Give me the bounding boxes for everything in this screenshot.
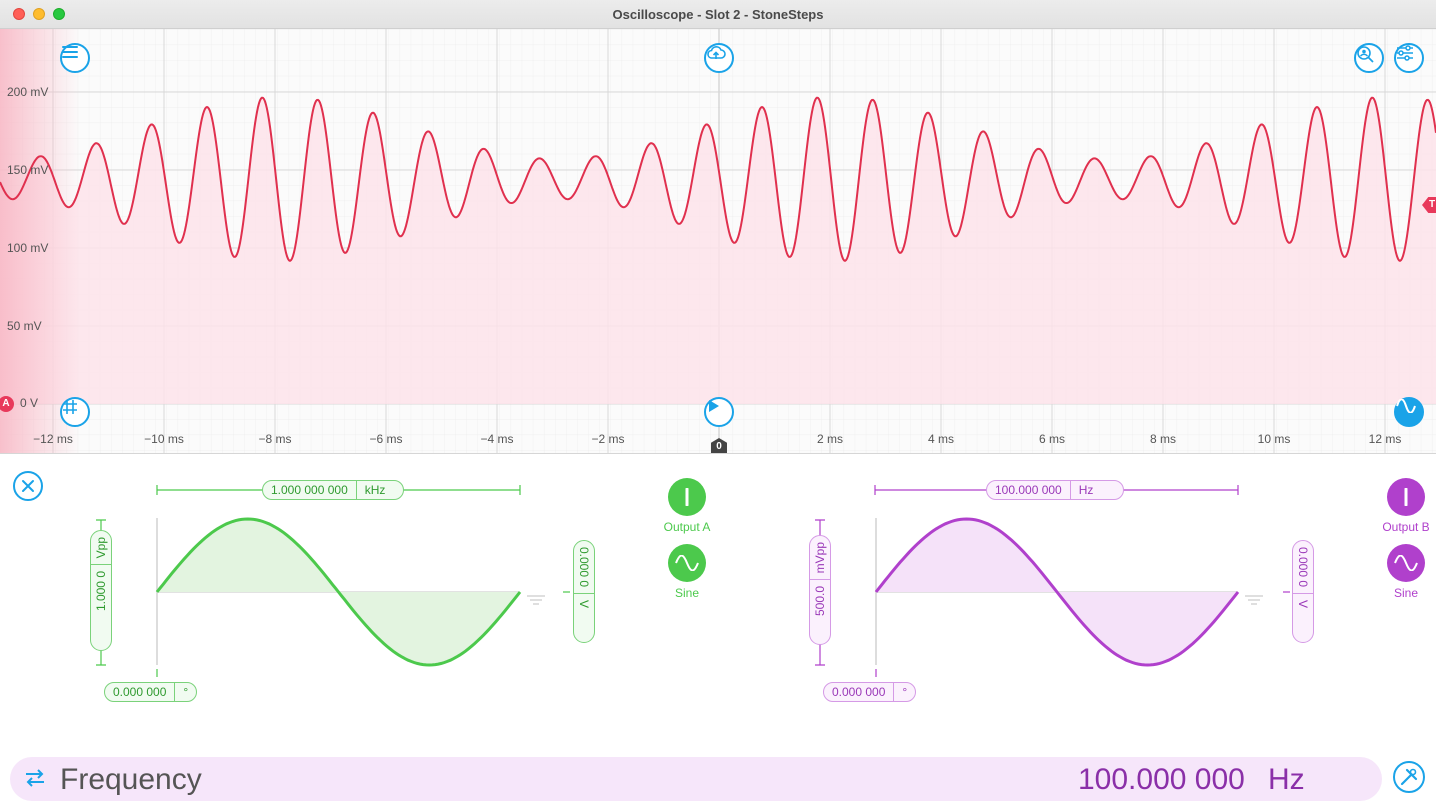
menu-button[interactable] xyxy=(60,43,90,73)
output-a-toggle-button[interactable] xyxy=(668,478,706,516)
y-tick-label: 100 mV xyxy=(7,241,49,255)
swap-arrows-icon[interactable] xyxy=(24,767,46,789)
tools-icon xyxy=(1400,768,1418,786)
zoom-button[interactable] xyxy=(1354,43,1384,73)
output-b-frequency-value: 100.000 000 xyxy=(995,483,1062,497)
frequency-label: Frequency xyxy=(60,763,202,796)
scope-plot xyxy=(0,29,1436,453)
output-a-amplitude-field[interactable]: Vpp 1.000 0 xyxy=(90,530,112,651)
output-b-amplitude-field[interactable]: mVpp 500.0 xyxy=(809,535,831,645)
sine-wave-icon xyxy=(1396,399,1416,413)
output-a-phase-value: 0.000 000 xyxy=(113,685,167,699)
tools-button[interactable] xyxy=(1393,761,1425,793)
output-a-label: Output A xyxy=(663,520,711,534)
x-tick-label: 12 ms xyxy=(1368,432,1402,446)
oscilloscope-display[interactable]: 200 mV 150 mV 100 mV 50 mV 0 V −12 ms −1… xyxy=(0,29,1436,454)
waveform-button[interactable] xyxy=(1394,397,1424,427)
y-tick-label: 50 mV xyxy=(7,319,42,333)
zoom-person-icon xyxy=(1357,46,1374,63)
output-b-phase-field[interactable]: 0.000 000 ° xyxy=(823,682,917,702)
output-b-offset-unit: V xyxy=(1296,600,1310,609)
x-tick-label: 4 ms xyxy=(927,432,955,446)
y-tick-label: 200 mV xyxy=(7,85,49,99)
output-a-offset-unit: V xyxy=(577,600,591,609)
output-a-wave-type-button[interactable] xyxy=(668,544,706,582)
x-tick-label: −8 ms xyxy=(258,432,292,446)
x-tick-label: 8 ms xyxy=(1149,432,1177,446)
play-button[interactable] xyxy=(704,397,734,427)
menu-icon xyxy=(62,46,78,58)
output-b-wave-type-button[interactable] xyxy=(1387,544,1425,582)
output-b-amplitude-unit: mVpp xyxy=(813,542,827,574)
output-b-toggle-button[interactable] xyxy=(1387,478,1425,516)
sine-wave-icon xyxy=(1394,555,1418,571)
x-tick-label: −12 ms xyxy=(33,432,73,446)
title-bar: Oscilloscope - Slot 2 - StoneSteps xyxy=(0,0,1436,29)
signal-generator-panel: 1.000 000 000 kHz Vpp 1.000 0 0.000 0 V … xyxy=(0,455,1436,806)
cloud-upload-button[interactable] xyxy=(704,43,734,73)
output-b-frequency-unit: Hz xyxy=(1078,483,1094,497)
x-tick-label: 6 ms xyxy=(1038,432,1066,446)
x-tick-label: −4 ms xyxy=(480,432,514,446)
output-a-phase-field[interactable]: 0.000 000 ° xyxy=(104,682,198,702)
y-tick-label: 150 mV xyxy=(7,163,49,177)
x-tick-label: 2 ms xyxy=(816,432,844,446)
output-a-wave-label: Sine xyxy=(674,586,700,600)
output-b-label: Output B xyxy=(1382,520,1430,534)
frequency-value[interactable]: 100.000 000 xyxy=(1078,763,1245,797)
output-a-amplitude-value: 1.000 0 xyxy=(94,571,108,612)
output-b-offset-value: 0.000 0 xyxy=(1296,547,1310,588)
x-tick-label: −10 ms xyxy=(144,432,184,446)
output-a-offset-value: 0.000 0 xyxy=(577,547,591,588)
output-b-offset-field[interactable]: 0.000 0 V xyxy=(1292,540,1314,643)
power-icon xyxy=(1404,488,1408,506)
sliders-icon xyxy=(1397,45,1413,61)
power-icon xyxy=(685,488,689,506)
x-tick-label: 10 ms xyxy=(1257,432,1291,446)
grid-button[interactable] xyxy=(60,397,90,427)
frequency-bar[interactable]: Frequency 100.000 000 Hz xyxy=(10,757,1382,801)
output-b-amplitude-value: 500.0 xyxy=(813,586,827,617)
grid-icon xyxy=(63,400,77,414)
x-tick-label: −2 ms xyxy=(591,432,625,446)
sine-wave-icon xyxy=(675,555,699,571)
output-b-frequency-field[interactable]: 100.000 000 Hz xyxy=(986,480,1125,500)
output-a-phase-unit: ° xyxy=(183,685,189,699)
cloud-upload-icon xyxy=(707,46,726,59)
frequency-unit: Hz xyxy=(1268,763,1305,796)
output-a-frequency-unit: kHz xyxy=(364,483,386,497)
output-b-wave-label: Sine xyxy=(1393,586,1419,600)
output-b-phase-value: 0.000 000 xyxy=(832,685,886,699)
play-icon xyxy=(709,400,719,412)
output-a-amplitude-unit: Vpp xyxy=(94,537,108,559)
output-a-frequency-value: 1.000 000 000 xyxy=(271,483,348,497)
x-tick-label: −6 ms xyxy=(369,432,403,446)
y-tick-label: 0 V xyxy=(20,396,39,410)
output-a-frequency-field[interactable]: 1.000 000 000 kHz xyxy=(262,480,405,500)
output-a-offset-field[interactable]: 0.000 0 V xyxy=(573,540,595,643)
settings-button[interactable] xyxy=(1394,43,1424,73)
window-title: Oscilloscope - Slot 2 - StoneSteps xyxy=(612,7,824,22)
output-b-phase-unit: ° xyxy=(902,685,908,699)
